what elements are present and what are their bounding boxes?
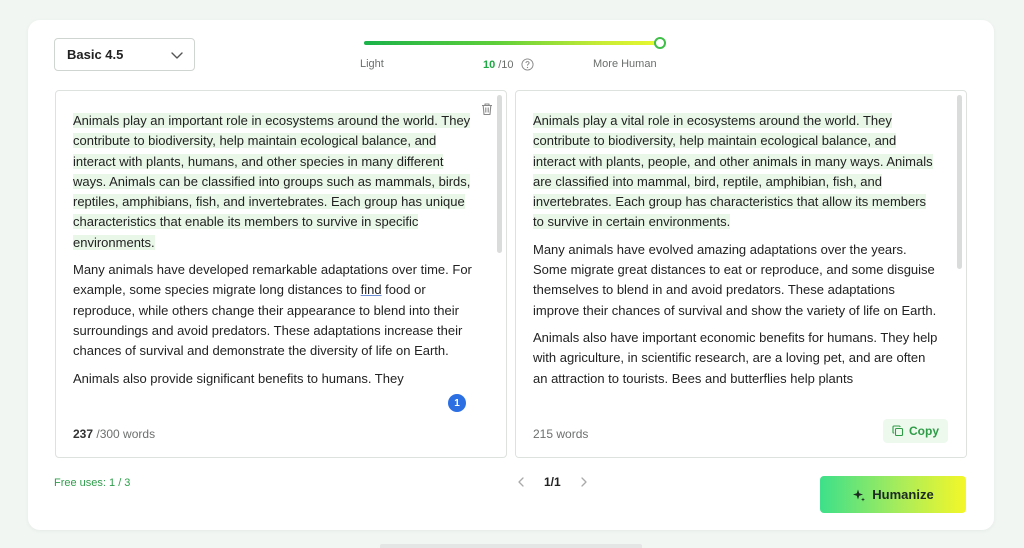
slider-current: 10: [483, 58, 496, 71]
chevron-right-icon[interactable]: [579, 476, 589, 488]
model-select[interactable]: Basic 4.5: [54, 38, 195, 71]
sparkle-icon: [853, 489, 866, 501]
humanization-slider[interactable]: Light 10/10 More Human: [360, 34, 670, 84]
model-select-label: Basic 4.5: [67, 47, 124, 62]
output-paragraph-text: Many animals have evolved amazing adapta…: [533, 241, 937, 318]
humanizer-card: Basic 4.5 Light 10/10 More Human Animals…: [28, 20, 994, 530]
input-text[interactable]: Animals play an important role in ecosys…: [73, 111, 478, 417]
slider-label-more-human: More Human: [593, 58, 657, 70]
input-word-count: 237 /300 words: [73, 427, 155, 441]
output-scrollbar[interactable]: [957, 95, 962, 269]
humanize-button[interactable]: Humanize: [820, 476, 966, 513]
output-text: Animals play a vital role in ecosystems …: [533, 111, 938, 411]
bottom-edge-strip: [380, 544, 642, 548]
flagged-word[interactable]: find: [361, 282, 382, 297]
page-indicator: 1/1: [544, 475, 561, 489]
input-scrollbar[interactable]: [497, 95, 502, 253]
free-uses-text: Free uses: 1 / 3: [54, 477, 131, 489]
input-paragraph-text: Animals play an important role in ecosys…: [73, 113, 471, 250]
chevron-left-icon[interactable]: [516, 476, 526, 488]
copy-icon: [892, 425, 904, 437]
copy-button[interactable]: Copy: [883, 419, 948, 443]
help-icon[interactable]: [521, 58, 534, 71]
issue-count-badge[interactable]: 1: [448, 394, 466, 412]
input-paragraph: Animals also provide significant benefit…: [73, 369, 478, 389]
input-word-limit: /300 words: [93, 427, 156, 441]
humanize-button-label: Humanize: [872, 487, 934, 502]
trash-icon[interactable]: [480, 102, 494, 116]
input-panel[interactable]: Animals play an important role in ecosys…: [55, 90, 507, 458]
output-panel: Animals play a vital role in ecosystems …: [515, 90, 967, 458]
pagination: 1/1: [516, 475, 589, 489]
slider-label-light: Light: [360, 58, 384, 70]
output-paragraph-text: Animals play a vital role in ecosystems …: [533, 113, 933, 230]
input-word-count-number: 237: [73, 427, 94, 441]
output-paragraph-text: Animals also have important economic ben…: [533, 329, 938, 386]
input-paragraph: Many animals have developed remarkable a…: [73, 260, 478, 361]
output-paragraph: Many animals have evolved amazing adapta…: [533, 240, 938, 321]
copy-button-label: Copy: [909, 424, 939, 438]
input-paragraph-text: Animals also provide significant benefit…: [73, 370, 404, 386]
chevron-down-icon: [171, 51, 183, 59]
output-word-count: 215 words: [533, 427, 589, 441]
slider-track[interactable]: [364, 41, 660, 45]
output-footer: 215 words Copy: [516, 407, 966, 457]
output-paragraph: Animals also have important economic ben…: [533, 328, 938, 389]
slider-value: 10/10: [483, 58, 534, 71]
output-paragraph: Animals play a vital role in ecosystems …: [533, 111, 938, 233]
slider-total: /10: [498, 58, 514, 71]
slider-knob[interactable]: [654, 37, 666, 49]
input-paragraph: Animals play an important role in ecosys…: [73, 111, 478, 253]
